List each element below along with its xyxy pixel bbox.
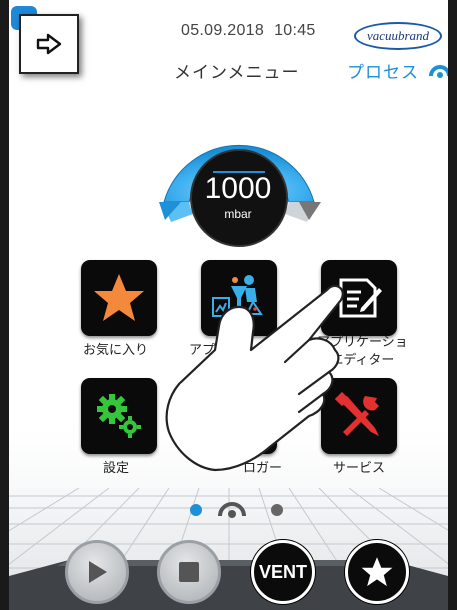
application-editor-label: アプリケーショ エディター — [317, 334, 408, 370]
page-title: メインメニュー — [174, 63, 300, 83]
navigate-button[interactable] — [19, 14, 79, 74]
logger-tile[interactable] — [201, 378, 277, 454]
service-tile[interactable] — [321, 378, 397, 454]
vent-label: VENT — [258, 561, 307, 582]
pager-dot-3[interactable] — [271, 504, 283, 516]
star-icon — [94, 274, 144, 321]
tools-icon — [335, 392, 379, 436]
logger-icon — [218, 403, 259, 431]
favorites-tile[interactable] — [81, 260, 157, 336]
application-editor-label-line1: アプリケーショ — [317, 335, 408, 350]
stop-button[interactable] — [157, 540, 221, 604]
application-editor-tile[interactable] — [321, 260, 397, 336]
date-time: 05.09.2018 10:45 — [181, 22, 316, 40]
time-text: 10:45 — [274, 22, 316, 39]
service-label: サービス — [333, 461, 386, 476]
date-text: 05.09.2018 — [181, 22, 265, 39]
application-editor-label-line2: エディター — [330, 353, 395, 368]
arrow-right-icon — [36, 33, 62, 55]
favorite-button[interactable] — [345, 540, 409, 604]
pressure-gauge[interactable] — [149, 90, 329, 250]
play-button[interactable] — [65, 540, 129, 604]
applications-tile[interactable] — [201, 260, 277, 336]
process-icon[interactable] — [429, 60, 448, 80]
logo-text: vacuubrand — [366, 28, 430, 43]
settings-tile[interactable] — [81, 378, 157, 454]
stop-icon — [179, 562, 199, 582]
applications-label: アプリ — [189, 343, 229, 358]
pager-dot-1[interactable] — [190, 504, 202, 516]
star-icon — [361, 557, 393, 587]
gears-icon — [97, 394, 141, 438]
pressure-value: 1000 — [204, 172, 272, 205]
logger-label: ロガー — [243, 461, 283, 476]
home-page-indicator-icon[interactable] — [217, 496, 247, 518]
brand-logo: vacuubrand — [354, 22, 442, 50]
pressure-unit: mbar — [224, 207, 252, 221]
applications-icon — [212, 275, 263, 317]
favorites-label: お気に入り — [83, 343, 149, 358]
touch-screen: 05.09.2018 10:45 vacuubrand メインメニュー プロセス — [9, 0, 448, 610]
editor-icon — [339, 278, 382, 318]
settings-label: 設定 — [103, 461, 130, 476]
vent-button[interactable]: VENT — [251, 540, 315, 604]
process-link[interactable]: プロセス — [347, 58, 419, 83]
play-icon — [89, 561, 107, 583]
